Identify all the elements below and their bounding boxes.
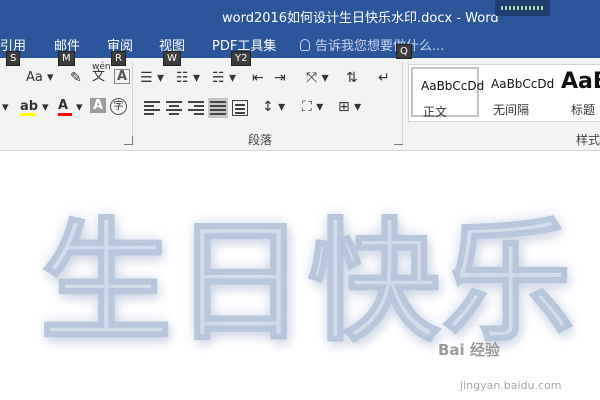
multilevel-list-icon[interactable]: ☵ ▾ <box>212 69 236 87</box>
eraser-icon[interactable]: ✎ <box>70 69 82 87</box>
style-preview: AaB <box>561 69 600 94</box>
show-marks-icon[interactable]: ↵ <box>378 69 390 87</box>
baidu-jingyan-url: jingyan.baidu.com <box>460 379 562 392</box>
shading-icon[interactable]: ⛶ ▾ <box>302 98 323 116</box>
style-preview: AaBbCcDd <box>421 79 485 93</box>
paragraph-group-label: 段落 <box>248 133 273 147</box>
group-separator <box>402 62 403 144</box>
keytip-review: R <box>111 51 126 66</box>
style-heading[interactable]: AaB 标题 <box>557 67 600 117</box>
keytip-references: S <box>6 51 21 66</box>
font-color-button[interactable]: A <box>58 97 72 116</box>
align-right-icon[interactable] <box>188 100 204 116</box>
sort-icon[interactable]: ⇅ <box>346 69 358 87</box>
dropdown-arrow-icon[interactable]: ▾ <box>2 99 9 117</box>
style-name: 无间隔 <box>493 103 530 117</box>
window-title: word2016如何设计生日快乐水印.docx - Word <box>222 11 499 26</box>
borders-icon[interactable]: ⊞ ▾ <box>338 98 361 116</box>
enclose-char-button[interactable]: 字 <box>110 98 127 115</box>
lightbulb-icon <box>300 39 310 51</box>
keytip-pdf: Y2 <box>231 51 252 66</box>
style-preview: AaBbCcDd <box>491 77 555 91</box>
style-name: 标题 <box>571 103 596 117</box>
decrease-indent-icon[interactable]: ⇤ <box>252 69 264 87</box>
styles-group-label: 样式 <box>576 133 600 147</box>
style-name: 正文 <box>423 105 448 119</box>
baidu-jingyan-logo: Bai 经验 <box>438 341 500 359</box>
distributed-icon[interactable] <box>232 100 248 116</box>
document-area[interactable]: 生日快乐 Bai 经验 jingyan.baidu.com <box>0 151 600 400</box>
align-left-icon[interactable] <box>144 100 160 116</box>
increase-indent-icon[interactable]: ⇥ <box>274 69 286 87</box>
char-border-button[interactable]: A <box>114 69 131 84</box>
font-color-dropdown-icon[interactable]: ▾ <box>76 99 83 117</box>
asian-layout-icon[interactable]: ⤧ ▾ <box>306 69 329 87</box>
keytip-mailings: M <box>58 51 75 66</box>
group-separator <box>132 62 133 144</box>
bullets-icon[interactable]: ☰ ▾ <box>140 69 164 87</box>
phonetic-guide-button[interactable]: wén 文 <box>92 62 111 83</box>
highlight-color-button[interactable]: ab <box>20 98 38 116</box>
numbering-icon[interactable]: ☷ ▾ <box>176 69 200 87</box>
justify-icon[interactable] <box>208 98 228 118</box>
change-case-button[interactable]: Aa ▾ <box>26 69 54 87</box>
line-spacing-icon[interactable]: ↕ ▾ <box>262 98 285 116</box>
highlight-dropdown-icon[interactable]: ▾ <box>42 99 49 117</box>
keytip-tellme: Q <box>396 44 412 59</box>
ribbon: Aa ▾ ✎ wén 文 A ▾ ab ▾ A ▾ A 字 ☰ ▾ ☷ ▾ ☵ ▾… <box>0 58 600 151</box>
tell-me-box[interactable]: 告诉我您想要做什么... <box>300 35 444 54</box>
font-dialog-launcher-icon[interactable] <box>124 136 133 145</box>
align-center-icon[interactable] <box>166 100 182 116</box>
style-normal[interactable]: AaBbCcDd 正文 <box>411 67 484 119</box>
tell-me-placeholder: 告诉我您想要做什么... <box>315 39 445 54</box>
char-shading-button[interactable]: A <box>90 98 107 113</box>
title-bar: word2016如何设计生日快乐水印.docx - Word <box>0 0 600 32</box>
style-no-spacing[interactable]: AaBbCcDd 无间隔 <box>483 67 555 117</box>
title-status-box <box>495 0 550 16</box>
styles-gallery: AaBbCcDd 正文 AaBbCcDd 无间隔 AaB 标题 <box>408 64 600 122</box>
keytip-view: W <box>163 51 181 66</box>
ribbon-tabs: 引用 邮件 审阅 视图 PDF工具集 告诉我您想要做什么... <box>0 32 600 58</box>
watermark-text: 生日快乐 <box>39 205 576 361</box>
